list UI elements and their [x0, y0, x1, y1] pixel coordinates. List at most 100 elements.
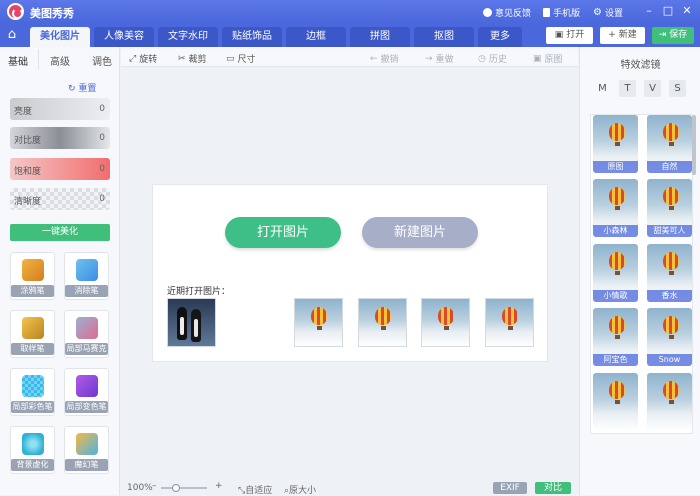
zoom-out-button[interactable]: – — [152, 481, 157, 491]
filter-label: 阿宝色 — [593, 354, 638, 366]
size-label: 尺寸 — [237, 55, 256, 65]
sharpness-slider[interactable]: 清晰度 0 — [10, 188, 110, 210]
tool-label: 局部彩色笔 — [11, 401, 54, 413]
filter-tab-m[interactable]: M — [594, 80, 611, 97]
tool-graffiti-pen[interactable]: 涂鸦笔 — [10, 252, 55, 300]
save-label: 保存 — [669, 30, 688, 40]
compare-button[interactable]: 对比 — [535, 482, 571, 494]
filter-tab-s[interactable]: S — [669, 80, 686, 97]
one-key-beautify-button[interactable]: 一键美化 — [10, 224, 110, 241]
contrast-slider[interactable]: 对比度 0 — [10, 127, 110, 149]
filter-item[interactable]: 香水 — [647, 244, 692, 302]
exif-button[interactable]: EXIF — [493, 482, 527, 494]
size-button[interactable]: ▭ 尺寸 — [226, 52, 256, 66]
tool-sample-pen[interactable]: 取样笔 — [10, 310, 55, 358]
filter-tab-v[interactable]: V — [644, 80, 661, 97]
filter-panel: 特效滤镜 M T V S 原图 自然 小森林 甜美可人 小情歌 香水 阿宝色 S… — [579, 47, 700, 495]
recent-image-balloon[interactable] — [358, 298, 407, 347]
divider — [38, 49, 39, 69]
feedback-link[interactable]: 意见反馈 — [483, 6, 531, 19]
tool-label: 局部变色笔 — [65, 401, 108, 413]
filter-item[interactable]: 小森林 — [593, 179, 638, 237]
tab-cutout[interactable]: 抠图 — [414, 27, 474, 47]
scissors-icon: ✂ — [178, 53, 186, 64]
filter-panel-title: 特效滤镜 — [620, 60, 661, 71]
tool-local-recolor-pen[interactable]: 局部变色笔 — [64, 368, 109, 416]
compare-label: 对比 — [543, 483, 562, 493]
filter-item[interactable]: 阿宝色 — [593, 308, 638, 366]
tab-frames[interactable]: 边框 — [286, 27, 346, 47]
tool-local-color-pen[interactable]: 局部彩色笔 — [10, 368, 55, 416]
fit-button[interactable]: ⤡自适应 — [238, 483, 272, 496]
tool-magic-pen[interactable]: 魔幻笔 — [64, 426, 109, 474]
minimize-button[interactable]: – — [642, 4, 656, 18]
tab-collage[interactable]: 拼图 — [350, 27, 410, 47]
filter-scrollbar[interactable] — [692, 115, 696, 175]
subtab-basic[interactable]: 基础 — [8, 53, 28, 68]
open-image-button[interactable]: 打开图片 — [225, 217, 341, 248]
new-image-button[interactable]: 新建图片 — [362, 217, 478, 248]
filter-item[interactable] — [593, 373, 638, 431]
recent-image-balloon[interactable] — [294, 298, 343, 347]
filter-item[interactable] — [647, 373, 692, 431]
recent-image-penguins[interactable] — [167, 298, 216, 347]
filter-item[interactable]: 甜美可人 — [647, 179, 692, 237]
crop-button[interactable]: ✂ 裁剪 — [178, 52, 207, 66]
subtab-advanced[interactable]: 高级 — [50, 53, 70, 68]
app-title: 美图秀秀 — [30, 7, 74, 20]
recent-image-balloon[interactable] — [421, 298, 470, 347]
undo-button[interactable]: ← 撤销 — [370, 52, 399, 66]
home-icon[interactable]: ⌂ — [0, 24, 24, 47]
stamp-icon — [22, 317, 44, 339]
zoom-in-button[interactable]: + — [215, 481, 223, 491]
filter-label: 甜美可人 — [647, 225, 692, 237]
tool-eraser-pen[interactable]: 消除笔 — [64, 252, 109, 300]
filter-item[interactable]: 小情歌 — [593, 244, 638, 302]
settings-link[interactable]: ⚙ 设置 — [593, 6, 623, 19]
filter-item[interactable]: Snow — [647, 308, 692, 366]
reset-button[interactable]: ↻ 重置 — [68, 81, 96, 94]
subtab-color[interactable]: 调色 — [92, 53, 112, 68]
tab-stickers[interactable]: 贴纸饰品 — [222, 27, 282, 47]
zoom-slider-handle[interactable] — [172, 484, 180, 492]
maximize-button[interactable]: □ — [661, 4, 675, 18]
redo-button[interactable]: → 重做 — [425, 52, 454, 66]
close-button[interactable]: ✕ — [680, 4, 694, 18]
filter-tab-t[interactable]: T — [619, 80, 636, 97]
tool-local-mosaic[interactable]: 局部马赛克 — [64, 310, 109, 358]
zoom-slider[interactable] — [161, 484, 207, 492]
filter-item[interactable]: 原图 — [593, 115, 638, 173]
tab-more[interactable]: 更多 — [478, 27, 522, 47]
filter-item[interactable]: 自然 — [647, 115, 692, 173]
tool-background-blur[interactable]: 背景虚化 — [10, 426, 55, 474]
actual-size-button[interactable]: ⌕原大小 — [284, 483, 316, 496]
mobile-link[interactable]: 手机版 — [543, 6, 580, 19]
filter-label: 自然 — [647, 161, 692, 173]
open-button[interactable]: ▣ 打开 — [546, 27, 593, 44]
resize-icon: ▭ — [226, 53, 235, 64]
color-pen-icon — [22, 375, 44, 397]
feedback-label: 意见反馈 — [495, 9, 532, 19]
history-button[interactable]: ◷ 历史 — [478, 52, 507, 66]
reset-label: 重置 — [78, 84, 97, 94]
crop-label: 裁剪 — [188, 55, 207, 65]
refresh-icon: ↻ — [68, 84, 76, 94]
brightness-slider[interactable]: 亮度 0 — [10, 98, 110, 120]
original-button[interactable]: ▣ 原图 — [533, 52, 563, 66]
tab-beautify[interactable]: 美化图片 — [30, 27, 90, 47]
rotate-button[interactable]: ⤢ 旋转 — [129, 52, 157, 66]
export-icon: ⇥ — [658, 30, 667, 40]
filter-label: 香水 — [647, 290, 692, 302]
recent-image-balloon[interactable] — [485, 298, 534, 347]
settings-label: 设置 — [604, 9, 623, 19]
saturation-slider[interactable]: 饱和度 0 — [10, 158, 110, 180]
contrast-value: 0 — [99, 133, 105, 143]
filter-preview — [647, 373, 692, 431]
tab-portrait[interactable]: 人像美容 — [94, 27, 154, 47]
title-bar: 美图秀秀 意见反馈 手机版 ⚙ 设置 – □ ✕ — [0, 0, 700, 24]
tab-text-watermark[interactable]: 文字水印 — [158, 27, 218, 47]
welcome-panel: 打开图片 新建图片 近期打开图片： — [152, 184, 548, 362]
new-button[interactable]: + 新建 — [600, 27, 645, 44]
filter-label: 小情歌 — [593, 290, 638, 302]
save-button[interactable]: ⇥ 保存 — [652, 27, 694, 44]
